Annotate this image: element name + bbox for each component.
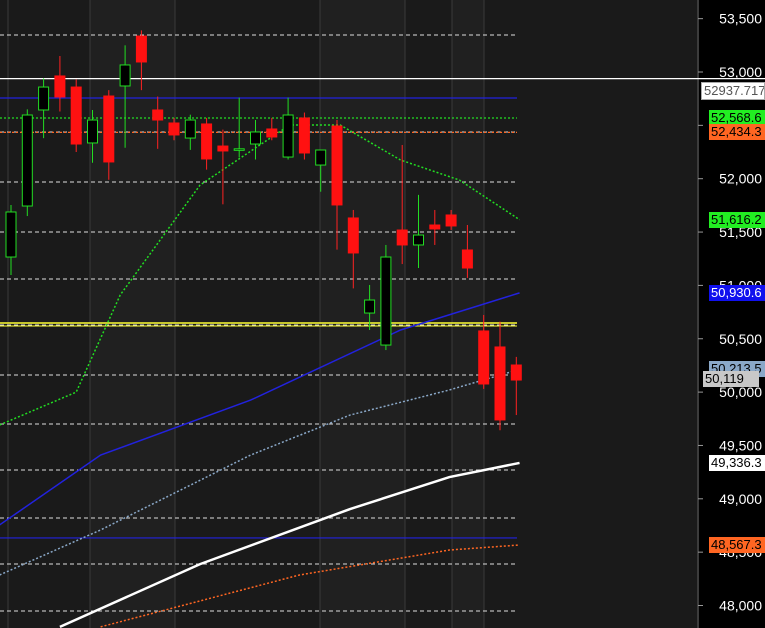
candle-body (380, 256, 392, 346)
candle-body (54, 75, 66, 98)
candle-body (461, 249, 473, 269)
session-band (452, 0, 484, 628)
candle-body (168, 122, 180, 136)
ma-label: 51,616.2 (709, 211, 765, 228)
axis-tick-label: 53,500 (719, 11, 762, 27)
candle-body (413, 234, 424, 246)
chart-canvas[interactable]: 53,50053,00052,50052,00051,50051,00050,5… (0, 0, 765, 628)
candle-body (152, 109, 164, 121)
candle-body (266, 128, 278, 138)
axis-tick-label: 53,000 (719, 64, 762, 80)
price-chart[interactable]: 53,50053,00052,50052,00051,50051,00050,5… (0, 0, 765, 628)
candle-body (315, 149, 327, 166)
session-band (320, 0, 405, 628)
candle-body (282, 114, 294, 158)
candle-body (5, 211, 17, 258)
candle-body (201, 123, 213, 160)
candle-body (103, 95, 115, 163)
last-price-label: 50,119 (703, 371, 759, 388)
candle-body (298, 117, 310, 154)
crosshair-price-label: 52937.717 (701, 81, 765, 100)
candle-body (396, 229, 408, 246)
candle-body (429, 224, 441, 230)
candle-body (331, 125, 343, 206)
axis-tick-label: 49,500 (719, 437, 762, 453)
candle-body (70, 86, 82, 145)
candle-body (364, 299, 376, 314)
axis-tick-label: 48,000 (719, 598, 762, 614)
candle-body (38, 86, 50, 111)
candle-body (21, 114, 33, 207)
candle-body (184, 119, 196, 139)
ma-label: 50,930.6 (709, 284, 765, 301)
candle-body (494, 346, 506, 421)
candle-body (445, 214, 457, 227)
candle-body (119, 64, 131, 87)
candle-body (250, 131, 261, 145)
candle-body (135, 35, 147, 63)
axis-tick-label: 50,500 (719, 331, 762, 347)
ma-label: 48,567.3 (709, 536, 765, 553)
candle-body (347, 217, 359, 254)
ma-label: 49,336.3 (709, 454, 765, 471)
candle-body (510, 364, 522, 381)
session-band (90, 0, 175, 628)
candle-body (478, 330, 490, 385)
axis-tick-label: 49,000 (719, 491, 762, 507)
level-label: 52,434.3 (709, 124, 765, 141)
axis-tick-label: 52,000 (719, 171, 762, 187)
candle-body (87, 119, 98, 144)
candle-body (217, 145, 229, 152)
candle-body (233, 148, 245, 151)
